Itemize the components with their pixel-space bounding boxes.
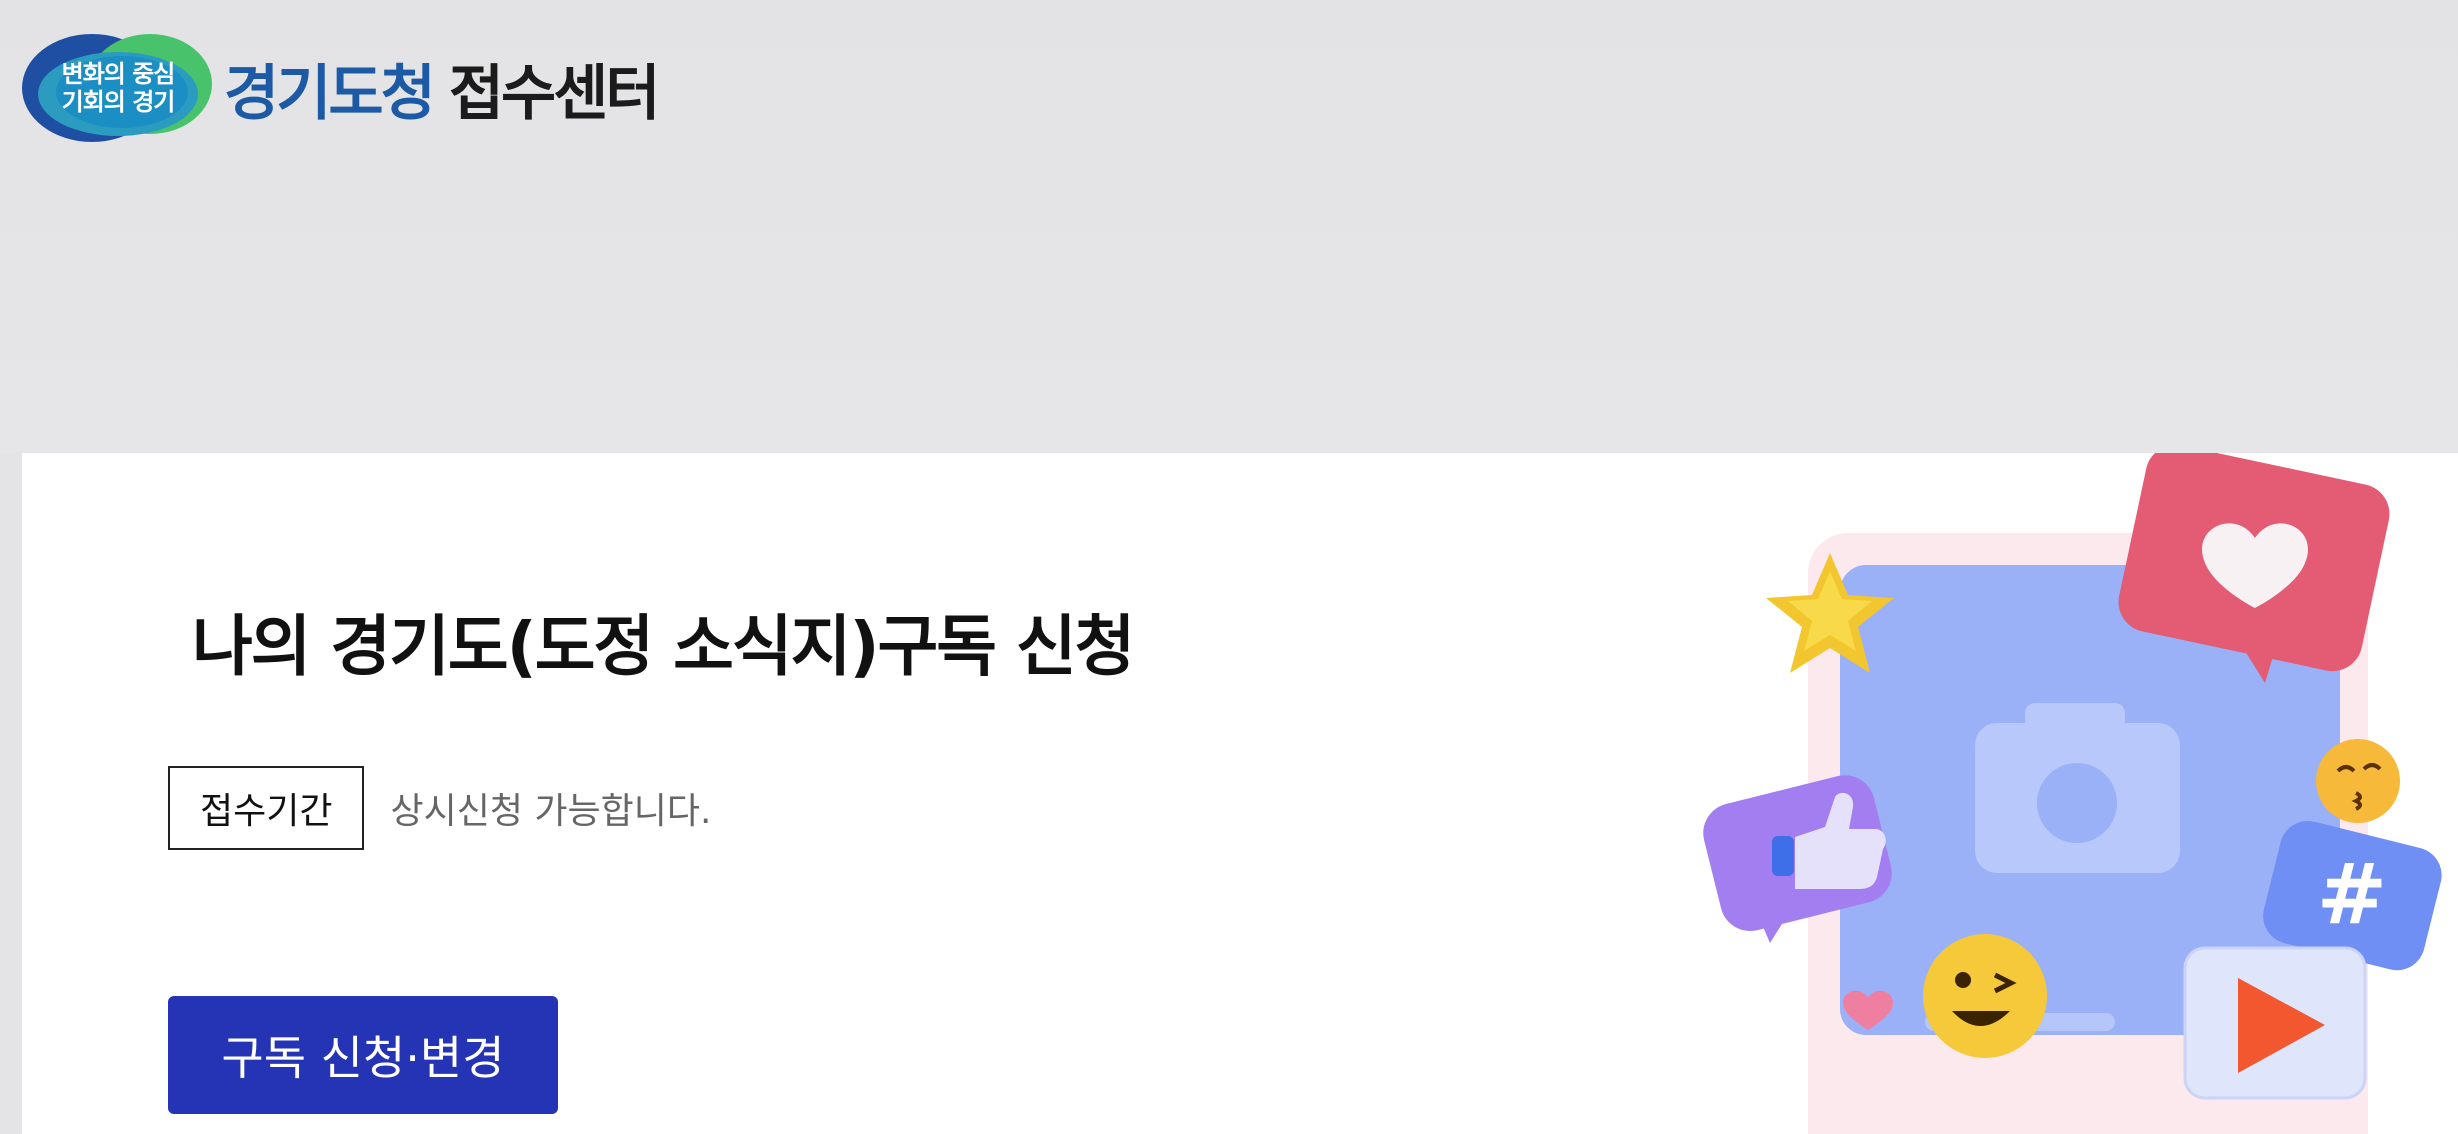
logo-service-name: 접수센터 (448, 58, 661, 129)
subscribe-change-button[interactable]: 구독 신청·변경 (168, 996, 558, 1114)
camera-icon (1975, 703, 2180, 873)
logo-org-name: 경기도청 (224, 58, 436, 129)
logo-slogan-line2: 기회의 경기 (61, 88, 176, 116)
application-period: 접수기간 상시신청 가능합니다. (168, 766, 711, 850)
gyeonggi-logo-badge: 변화의 중심 기회의 경기 (22, 32, 214, 144)
page-title: 나의 경기도(도정 소식지)구독 신청 (192, 608, 1135, 685)
svg-text:#: # (2317, 845, 2387, 943)
site-header: 변화의 중심 기회의 경기 경기도청 접수센터 (0, 0, 2458, 453)
kiss-emoji-icon (2316, 739, 2400, 823)
period-description: 상시신청 가능합니다. (390, 791, 712, 832)
social-media-illustration: # (1680, 453, 2458, 1134)
site-logo-link[interactable]: 변화의 중심 기회의 경기 경기도청 접수센터 (22, 32, 661, 144)
period-label-tag: 접수기간 (168, 766, 365, 850)
wink-emoji-icon (1923, 934, 2047, 1058)
logo-slogan-line1: 변화의 중심 (61, 60, 176, 88)
play-icon (2183, 946, 2367, 1100)
